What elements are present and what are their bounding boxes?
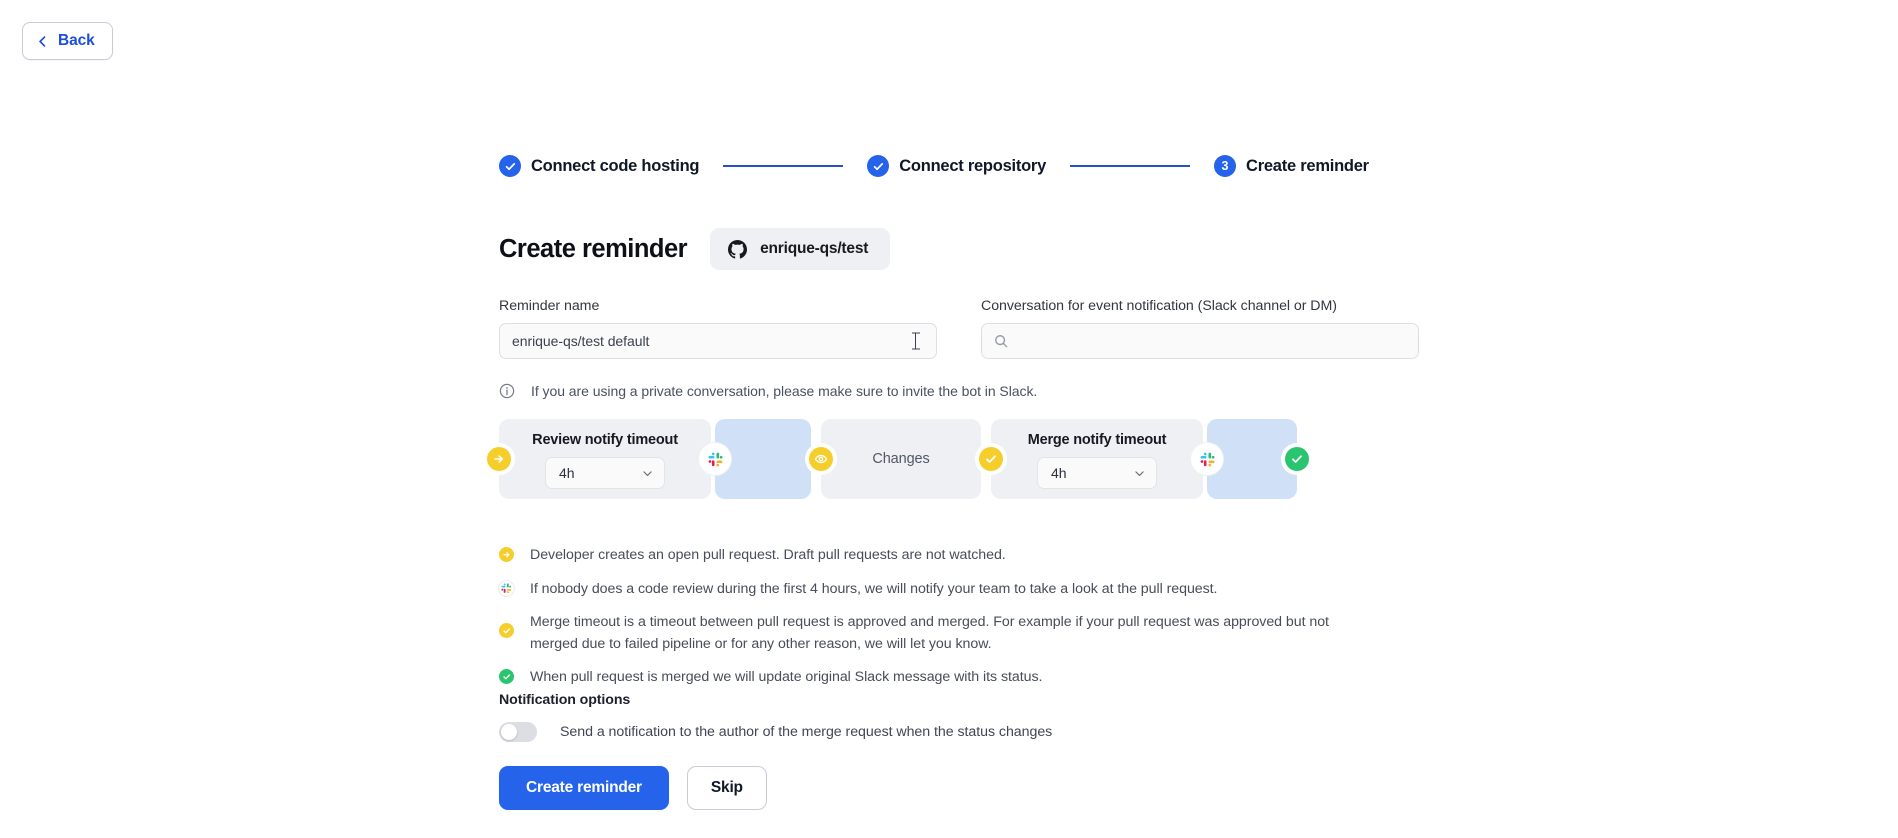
back-button-label: Back [58,32,95,49]
back-button[interactable]: Back [22,22,113,60]
chevron-left-icon [36,35,49,48]
author-notification-toggle-label: Send a notification to the author of the… [560,724,1053,740]
slack-icon [708,452,723,467]
notification-toggle-row: Send a notification to the author of the… [499,722,1052,742]
reminder-timeline: Review notify timeout 4h Changes Merge n… [487,419,1397,499]
timeline-node-merged [1285,447,1309,471]
timeline-segment-title: Merge notify timeout [1027,432,1167,448]
timeline-segment-review-notify-timeout: Review notify timeout 4h [499,419,711,499]
check-icon [499,155,521,177]
review-notify-timeout-value: 4h [559,465,575,481]
slack-icon [1200,452,1215,467]
stepper-step-label: Connect repository [899,156,1047,175]
page-title: Create reminder [499,234,688,263]
timeline-segment-merge-wait [1207,419,1297,499]
text-cursor-icon [911,332,920,350]
reminder-name-label: Reminder name [499,298,600,314]
legend-item-text: Merge timeout is a timeout between pull … [530,614,1329,652]
merge-notify-timeout-value: 4h [1051,465,1067,481]
notification-options-section: Notification options Send a notification… [499,692,1052,742]
check-icon [499,623,514,639]
stepper-step-label: Connect code hosting [531,156,700,175]
github-icon [728,239,748,259]
reminder-form: Reminder name enrique-qs/test default Co… [499,298,1419,359]
reminder-name-field-group: Reminder name enrique-qs/test default [499,298,937,359]
conversation-label: Conversation for event notification (Sla… [981,298,1337,314]
timeline-node-pr-opened [487,447,511,471]
author-notification-toggle[interactable] [499,722,537,742]
timeline-segment-changes: Changes [821,419,981,499]
merge-notify-timeout-select[interactable]: 4h [1037,457,1157,489]
notification-options-title: Notification options [499,692,631,708]
stepper-step-create-reminder[interactable]: 3 Create reminder [1214,155,1369,177]
stepper-step-connect-repository[interactable]: Connect repository [867,155,1046,177]
search-icon [994,334,1008,348]
chevron-down-icon [1133,467,1146,480]
legend-item: If nobody does a code review during the … [499,579,1379,601]
reminder-name-input[interactable]: enrique-qs/test default [499,323,937,359]
timeline-segment-title: Review notify timeout [532,432,678,448]
conversation-search-input[interactable] [981,323,1419,359]
step-number-badge: 3 [1214,155,1237,177]
stepper-step-label: Create reminder [1246,156,1369,175]
timeline-segment-merge-notify-timeout: Merge notify timeout 4h [991,419,1203,499]
legend-item-text: Developer creates an open pull request. … [530,547,1006,563]
check-icon [499,669,514,685]
timeline-node-approved [979,447,1003,471]
check-icon [984,452,998,466]
form-actions: Create reminder Skip [499,766,767,810]
legend-item: When pull request is merged we will upda… [499,667,1379,689]
arrow-right-icon [492,452,506,466]
legend-item: Merge timeout is a timeout between pull … [499,612,1379,655]
timeline-node-slack-review-notify [703,447,727,471]
page-header: Create reminder enrique-qs/test [499,228,891,270]
check-icon [867,155,890,177]
check-icon [1290,452,1304,466]
reminder-name-value: enrique-qs/test default [512,333,650,349]
timeline-node-slack-merge-notify [1195,447,1219,471]
stepper-step-connect-code-hosting[interactable]: Connect code hosting [499,155,700,177]
repository-name: enrique-qs/test [760,240,869,257]
info-circle-icon [499,383,515,399]
eye-icon [814,452,828,466]
timeline-segment-review-wait [715,419,811,499]
timeline-segment-changes-label: Changes [872,451,930,467]
repository-badge[interactable]: enrique-qs/test [710,228,891,270]
review-notify-timeout-select[interactable]: 4h [545,457,665,489]
conversation-field-group: Conversation for event notification (Sla… [981,298,1419,359]
legend-item-text: If nobody does a code review during the … [530,580,1218,597]
slack-icon [499,580,514,596]
legend-item: Developer creates an open pull request. … [499,545,1379,567]
stepper-connector [1070,164,1191,168]
stepper-connector [723,164,844,168]
onboarding-stepper: Connect code hosting Connect repository … [499,155,1369,177]
skip-button[interactable]: Skip [686,766,767,810]
timeline-node-review-started [809,447,833,471]
toggle-knob [501,724,517,740]
arrow-right-icon [499,547,514,562]
private-conversation-note: If you are using a private conversation,… [499,383,1037,399]
legend-item-text: When pull request is merged we will upda… [530,669,1043,686]
create-reminder-button[interactable]: Create reminder [499,766,669,810]
timeline-legend: Developer creates an open pull request. … [499,545,1379,701]
private-conversation-note-text: If you are using a private conversation,… [531,383,1038,399]
chevron-down-icon [641,467,654,480]
